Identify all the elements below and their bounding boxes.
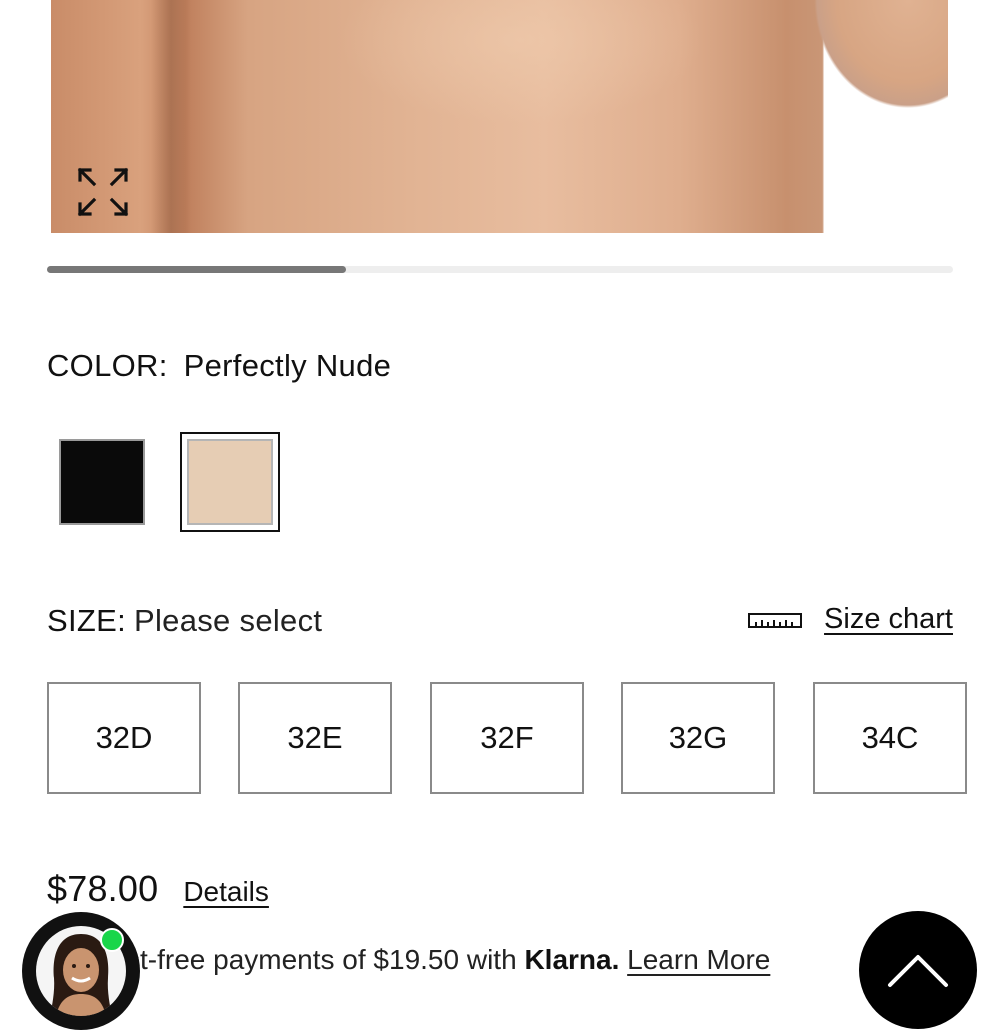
klarna-learn-more-link[interactable]: Learn More: [627, 944, 770, 975]
expand-image-button[interactable]: [76, 166, 130, 218]
expand-arrows-icon: [77, 167, 129, 217]
swatch-perfectly-nude-fill: [187, 439, 273, 525]
back-to-top-button[interactable]: [859, 911, 977, 1029]
klarna-logo: Klarna.: [524, 944, 620, 975]
details-link[interactable]: Details: [183, 876, 269, 908]
size-option-32e[interactable]: 32E: [238, 682, 392, 794]
size-label: SIZE:: [47, 603, 127, 638]
size-chart-label: Size chart: [824, 603, 953, 635]
chevron-up-icon: [888, 955, 948, 987]
price-row: $78.00 Details: [47, 868, 269, 910]
swatch-black[interactable]: [59, 439, 145, 525]
online-status-dot: [100, 928, 124, 952]
size-heading: SIZE: Please select: [47, 603, 322, 639]
klarna-message: st-free payments of $19.50 with Klarna. …: [126, 944, 770, 976]
size-option-34c[interactable]: 34C: [813, 682, 967, 794]
image-arm: [788, 0, 948, 160]
size-option-32d[interactable]: 32D: [47, 682, 201, 794]
size-option-32g[interactable]: 32G: [621, 682, 775, 794]
gallery-scrollbar[interactable]: [47, 266, 953, 273]
ruler-icon: [748, 612, 803, 628]
size-selected-value: Please select: [134, 603, 323, 638]
product-image[interactable]: [51, 0, 948, 233]
price: $78.00: [47, 868, 159, 909]
color-selected-value: Perfectly Nude: [183, 348, 392, 383]
size-options: 32D 32E 32F 32G 34C: [47, 682, 967, 794]
color-heading: COLOR: Perfectly Nude: [47, 348, 391, 384]
swatch-perfectly-nude[interactable]: [180, 432, 280, 532]
size-option-32f[interactable]: 32F: [430, 682, 584, 794]
klarna-text: st-free payments of $19.50 with: [126, 944, 517, 975]
size-chart-link[interactable]: Size chart: [748, 603, 953, 636]
color-label: COLOR:: [47, 348, 168, 383]
image-shading: [151, 0, 191, 233]
chat-agent-avatar[interactable]: [22, 912, 140, 1030]
gallery-scroll-thumb[interactable]: [47, 266, 346, 273]
